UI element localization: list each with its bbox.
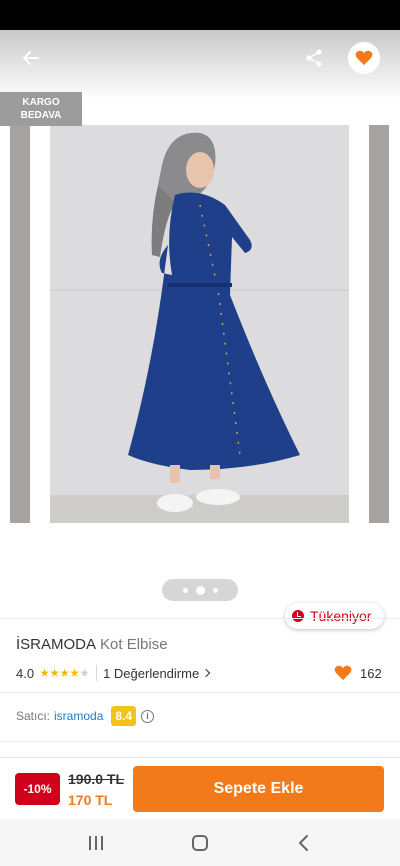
badge-line-2: BEDAVA (20, 110, 62, 121)
recents-button[interactable] (84, 831, 108, 855)
seller-row: Satıcı: isramoda 8.4 i (16, 705, 155, 727)
star-icon (50, 668, 59, 677)
rating-value: 4.0 (16, 665, 35, 681)
home-icon (192, 835, 208, 851)
favorites-value: 162 (360, 665, 382, 681)
system-back-button[interactable] (292, 831, 316, 855)
star-icon (60, 668, 69, 677)
product-gallery[interactable]: KARGO BEDAVA (0, 30, 400, 615)
separator (96, 665, 98, 681)
previous-image-preview[interactable] (10, 125, 30, 523)
pager-dot[interactable] (182, 587, 188, 593)
favorites-count[interactable]: 162 (334, 664, 382, 682)
status-bar (0, 0, 400, 30)
home-button[interactable] (188, 831, 212, 855)
stock-label: Tükeniyor (310, 608, 372, 624)
info-icon[interactable]: i (141, 709, 155, 723)
next-image-preview[interactable] (369, 125, 389, 523)
gallery-top-shade (0, 30, 400, 100)
add-to-cart-button[interactable]: Sepete Ekle (133, 766, 384, 812)
pager-dot[interactable] (212, 587, 218, 593)
low-stock-badge: Tükeniyor (285, 603, 384, 629)
back-icon (299, 835, 308, 851)
reviews-link[interactable]: 1 Değerlendirme (103, 665, 211, 681)
back-button[interactable] (14, 41, 48, 75)
star-icon (40, 668, 49, 677)
divider (0, 741, 400, 742)
seller-label: Satıcı: (16, 709, 51, 723)
divider (0, 692, 400, 693)
rating-stars (40, 668, 90, 678)
divider (0, 618, 400, 619)
system-nav-bar (0, 819, 400, 866)
share-icon (306, 49, 322, 67)
favorite-button[interactable] (348, 42, 380, 74)
heart-icon (355, 50, 373, 65)
recents-icon (89, 836, 103, 850)
purchase-bar: -10% 190.0 TL 170 TL Sepete Ekle (0, 757, 400, 819)
image-pager[interactable] (162, 579, 238, 601)
product-title: İSRAMODA Kot Elbise (16, 636, 168, 653)
heart-icon (334, 665, 352, 680)
rating-row: 4.0 1 Değerlendirme (16, 664, 211, 682)
badge-line-1: KARGO (22, 97, 60, 108)
seller-score-badge: 8.4 (111, 706, 137, 726)
pager-dot-active[interactable] (195, 585, 205, 595)
product-name: Kot Elbise (100, 636, 168, 653)
product-image[interactable] (50, 125, 349, 523)
old-price: 190.0 TL (68, 771, 125, 787)
reviews-label: 1 Değerlendirme (103, 665, 200, 681)
chevron-right-icon (201, 668, 211, 678)
clock-icon (292, 610, 304, 622)
seller-name-link[interactable]: isramoda (54, 709, 103, 723)
back-arrow-icon (23, 51, 39, 65)
discount-badge: -10% (15, 773, 60, 805)
new-price: 170 TL (68, 792, 113, 808)
star-icon (70, 668, 79, 677)
star-empty-icon (80, 668, 89, 677)
share-button[interactable] (297, 41, 331, 75)
brand-name[interactable]: İSRAMODA (16, 636, 96, 653)
free-shipping-badge: KARGO BEDAVA (0, 92, 82, 126)
